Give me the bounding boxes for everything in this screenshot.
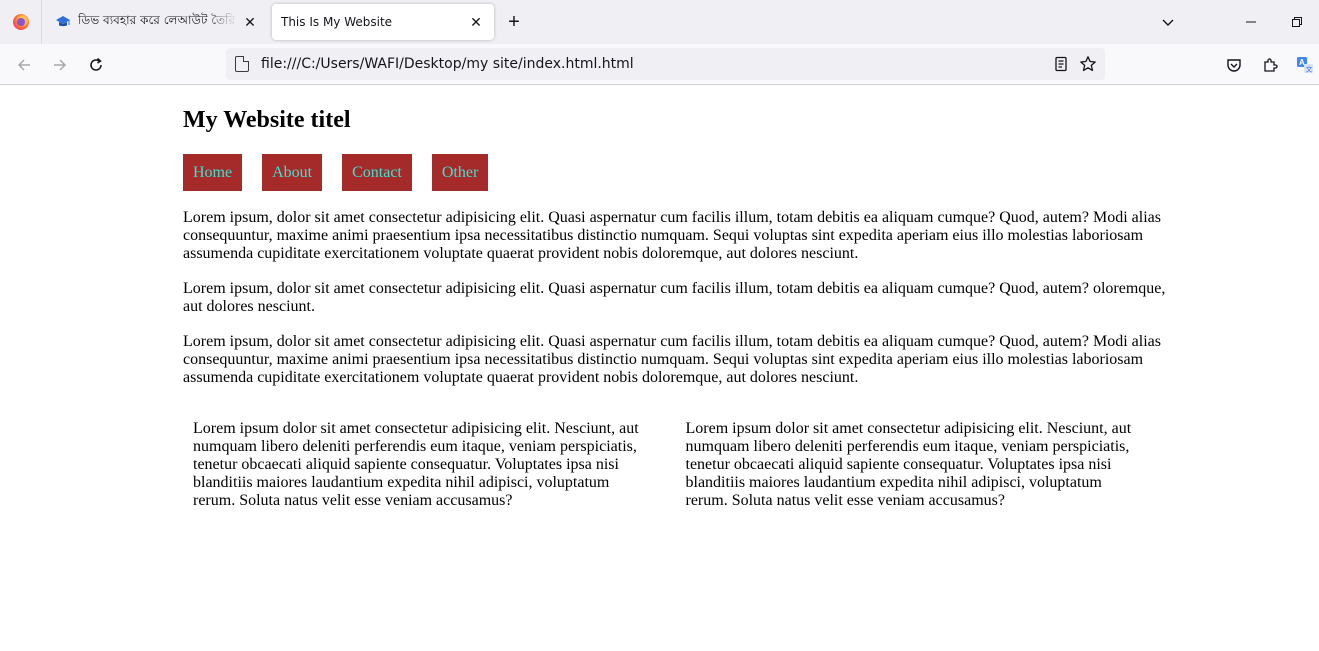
restore-button[interactable] — [1283, 8, 1311, 36]
tab-title: This Is My Website — [281, 15, 393, 29]
two-column-section: Lorem ipsum dolor sit amet consectetur a… — [183, 420, 1168, 510]
url-text[interactable]: file:///C:/Users/WAFI/Desktop/my site/in… — [261, 56, 634, 72]
left-column: Lorem ipsum dolor sit amet consectetur a… — [193, 420, 639, 509]
pocket-icon — [1227, 59, 1241, 72]
arrow-right-icon — [54, 59, 67, 71]
main-menu: Home About Contact Other — [183, 154, 1168, 191]
bookmark-star-icon[interactable] — [1078, 54, 1098, 74]
arrow-left-icon — [17, 59, 30, 71]
tab-strip: ডিভ ব্যবহার করে লেআউট তৈরি - শ ✕ This Is… — [0, 0, 1319, 44]
new-tab-button[interactable]: + — [502, 10, 526, 34]
menu-about-link[interactable]: About — [262, 154, 323, 191]
page-content: My Website titel Home About Contact Othe… — [183, 85, 1168, 510]
firefox-logo-icon — [12, 14, 29, 30]
paragraph: Lorem ipsum, dolor sit amet consectetur … — [183, 280, 1166, 315]
extensions-button[interactable] — [1256, 51, 1284, 79]
reload-icon — [90, 57, 102, 71]
puzzle-icon — [1264, 58, 1278, 72]
page-icon — [235, 56, 249, 72]
back-button[interactable] — [10, 51, 38, 79]
firefox-menu-button[interactable] — [0, 0, 42, 44]
graduation-cap-icon — [55, 14, 71, 30]
close-icon[interactable]: ✕ — [464, 10, 488, 34]
minimize-button[interactable] — [1237, 8, 1265, 36]
chevron-down-icon — [1162, 19, 1174, 26]
svg-text:文: 文 — [1306, 65, 1313, 74]
translate-icon: A文 — [1297, 57, 1313, 74]
list-all-tabs-button[interactable] — [1154, 8, 1182, 36]
translate-extension-button[interactable]: A文 — [1291, 51, 1319, 79]
reader-view-icon[interactable] — [1051, 54, 1071, 74]
paragraph: Lorem ipsum, dolor sit amet consectetur … — [183, 333, 1161, 386]
right-column: Lorem ipsum dolor sit amet consectetur a… — [685, 420, 1132, 509]
paragraph: Lorem ipsum, dolor sit amet consectetur … — [183, 209, 1161, 262]
tab-active-my-website[interactable]: This Is My Website ✕ — [272, 4, 494, 40]
close-icon[interactable]: ✕ — [238, 10, 262, 34]
pocket-button[interactable] — [1220, 51, 1248, 79]
page-title: My Website titel — [183, 107, 351, 133]
reload-button[interactable] — [82, 51, 110, 79]
menu-home-link[interactable]: Home — [183, 154, 243, 191]
forward-button[interactable] — [46, 51, 74, 79]
menu-contact-link[interactable]: Contact — [342, 154, 412, 191]
menu-other-link[interactable]: Other — [431, 154, 489, 191]
restore-icon — [1292, 17, 1302, 27]
tab-title: ডিভ ব্যবহার করে লেআউট তৈরি - শ — [78, 13, 238, 27]
navigation-toolbar: file:///C:/Users/WAFI/Desktop/my site/in… — [0, 44, 1319, 85]
address-bar[interactable]: file:///C:/Users/WAFI/Desktop/my site/in… — [226, 48, 1105, 80]
tab-bengali-page[interactable]: ডিভ ব্যবহার করে লেআউট তৈরি - শ ✕ — [44, 4, 268, 40]
minimize-icon — [1246, 21, 1256, 23]
